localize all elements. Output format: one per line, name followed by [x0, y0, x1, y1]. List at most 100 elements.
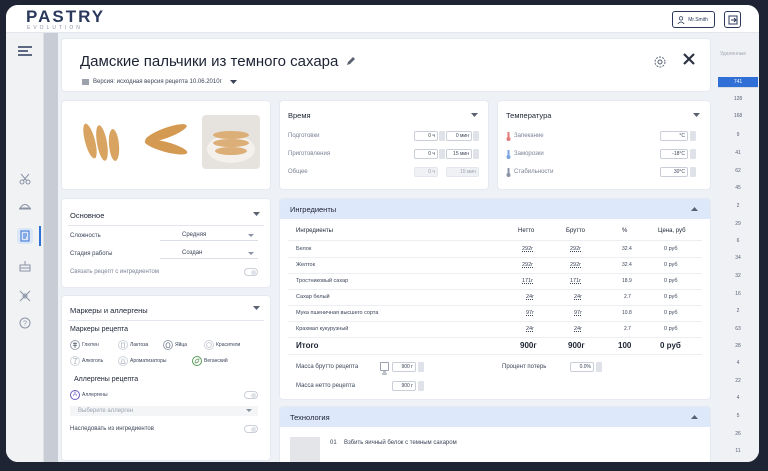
list-item[interactable]: 9 — [718, 132, 758, 138]
complexity-select[interactable]: Средняя — [160, 231, 258, 241]
ingredients-header[interactable] — [280, 199, 710, 219]
menu-icon[interactable] — [17, 43, 33, 59]
list-item[interactable]: 4 — [718, 395, 758, 401]
leaf-icon — [192, 356, 202, 366]
marker-vegan[interactable]: Веганский — [192, 356, 228, 366]
marker-eggs[interactable]: Яйца — [163, 340, 187, 350]
prep-minutes-input[interactable]: 0 мин — [446, 131, 472, 141]
list-item[interactable]: 11 — [718, 448, 758, 454]
freezing-temp-stepper[interactable] — [690, 149, 696, 159]
marker-flavors[interactable]: Ароматизаторы — [118, 356, 166, 366]
loss-input[interactable]: 0.0% — [570, 362, 594, 372]
gross-mass-input[interactable]: 900 г — [392, 362, 416, 372]
stability-temp-stepper[interactable] — [690, 167, 696, 177]
basic-card: Основное Сложность Средняя Стадия работы… — [62, 199, 270, 287]
app-window: PASTRY EVOLUTION Mr.Smith ? Удаленные 74… — [6, 5, 759, 462]
list-item[interactable]: 41 — [718, 150, 758, 156]
list-item[interactable]: 2 — [718, 308, 758, 314]
list-item[interactable]: 168 — [718, 113, 758, 119]
chevron-up-icon[interactable] — [691, 207, 698, 212]
chevron-down-icon[interactable] — [693, 113, 700, 118]
logout-button[interactable] — [724, 11, 741, 28]
list-item[interactable]: 62 — [718, 168, 758, 174]
settings-icon[interactable] — [654, 55, 666, 73]
freezing-temp-input[interactable]: -18°C — [660, 149, 688, 159]
marker-lactose[interactable]: Лактоза — [118, 340, 148, 350]
recipe-photo[interactable] — [137, 115, 195, 167]
net-mass-label: Масса нетто рецепта — [296, 383, 355, 389]
baking-temp-stepper[interactable] — [690, 131, 696, 141]
marker-colorants[interactable]: Красители — [204, 340, 240, 350]
prep-minutes-stepper[interactable] — [473, 131, 479, 141]
cook-hours-stepper[interactable] — [439, 149, 445, 159]
net-mass-stepper[interactable] — [418, 381, 424, 391]
stage-select[interactable]: Создан — [160, 249, 258, 259]
total-hours-value: 0 ч — [414, 167, 438, 177]
cook-minutes-stepper[interactable] — [473, 149, 479, 159]
marker-alcohol[interactable]: Алкоголь — [70, 356, 103, 366]
edit-icon[interactable] — [346, 56, 356, 66]
cook-minutes-input[interactable]: 15 мин — [446, 149, 472, 159]
list-item[interactable]: 45 — [718, 185, 758, 191]
list-item[interactable]: 22 — [718, 378, 758, 384]
allergen-select[interactable]: Выберите аллерген — [70, 406, 258, 416]
chevron-up-icon[interactable] — [691, 415, 698, 420]
inherit-label: Наследовать из ингредиентов — [70, 426, 154, 432]
gross-mass-stepper[interactable] — [418, 362, 424, 372]
marker-gluten[interactable]: Глютен — [70, 340, 99, 350]
chevron-down-icon — [229, 79, 237, 84]
allergens-toggle[interactable] — [244, 391, 258, 399]
stability-temp-input[interactable]: 30°C — [660, 167, 688, 177]
help-icon[interactable]: ? — [17, 315, 33, 331]
baking-temp-input[interactable]: °C — [660, 131, 688, 141]
active-indicator — [39, 226, 41, 246]
cook-hours-input[interactable]: 0 ч — [414, 149, 438, 159]
cake-icon[interactable] — [17, 258, 33, 274]
inherit-toggle[interactable] — [244, 425, 258, 433]
user-button[interactable]: Mr.Smith — [672, 11, 715, 28]
list-item[interactable]: 26 — [718, 431, 758, 437]
close-icon[interactable] — [682, 52, 696, 71]
loss-stepper[interactable] — [596, 362, 602, 372]
recipe-icon[interactable] — [17, 228, 33, 244]
net-mass-input[interactable]: 900 г — [392, 381, 416, 391]
list-item[interactable]: 2 — [718, 203, 758, 209]
list-item[interactable]: 32 — [718, 273, 758, 279]
list-item[interactable]: 28 — [718, 343, 758, 349]
total-time-label: Общее — [288, 169, 308, 175]
chevron-down-icon[interactable] — [471, 113, 478, 118]
dish-icon[interactable] — [17, 198, 33, 214]
list-item[interactable]: 6 — [718, 238, 758, 244]
list-item[interactable]: 63 — [718, 326, 758, 332]
list-item[interactable]: 741 — [718, 77, 758, 88]
svg-text:?: ? — [23, 321, 27, 328]
list-item[interactable]: 128 — [718, 96, 758, 102]
chevron-down-icon[interactable] — [253, 212, 260, 217]
technology-title: Технология — [290, 413, 330, 422]
prep-hours-input[interactable]: 0 ч — [414, 131, 438, 141]
link-ingredient-toggle[interactable] — [244, 268, 258, 276]
tools-icon[interactable] — [17, 288, 33, 304]
recipe-photo[interactable] — [72, 115, 130, 167]
chevron-down-icon[interactable] — [253, 306, 260, 311]
step-text[interactable]: Взбить яичный белок с темным сахаром — [344, 440, 457, 446]
glass-icon — [70, 356, 80, 366]
list-item[interactable]: 29 — [718, 221, 758, 227]
step-image-placeholder[interactable] — [290, 437, 320, 462]
divider — [288, 354, 702, 355]
recipe-photo[interactable] — [202, 115, 260, 169]
col-gross: Брутто — [566, 228, 585, 234]
list-item[interactable]: 34 — [718, 255, 758, 261]
prep-hours-stepper[interactable] — [439, 131, 445, 141]
list-item[interactable]: 5 — [718, 413, 758, 419]
list-item[interactable]: 4 — [718, 360, 758, 366]
time-card: Время Подготовки 0 ч 0 мин Приготовления… — [280, 101, 488, 189]
baking-temp-label: Запекание — [514, 133, 544, 139]
technology-header[interactable] — [280, 407, 710, 427]
scale-icon[interactable] — [380, 362, 389, 375]
scissors-icon[interactable] — [17, 171, 33, 187]
version-selector[interactable]: Версия: исходная версия рецепта 10.06.20… — [82, 79, 237, 85]
list-item[interactable]: 16 — [718, 291, 758, 297]
complexity-label: Сложность — [70, 233, 101, 239]
logo: PASTRY — [26, 7, 106, 26]
